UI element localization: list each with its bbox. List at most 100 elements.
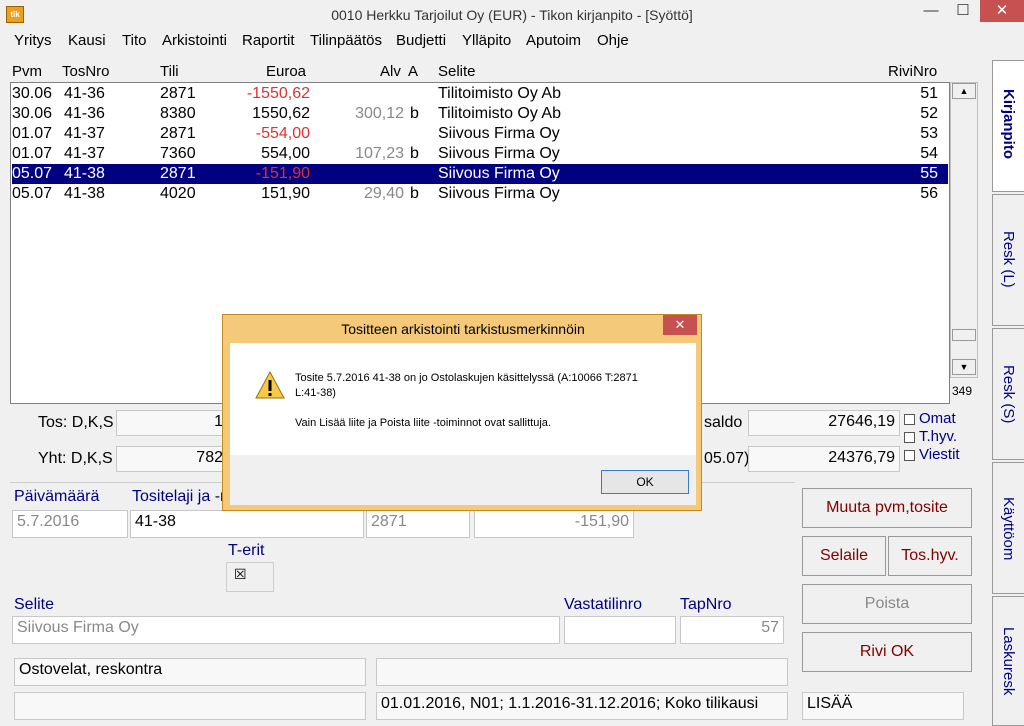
grid-scrollbar[interactable]: ▲ ▼ [950,82,978,378]
menu-yllapito[interactable]: Ylläpito [462,32,511,49]
cell-alv: 29,40 [363,185,404,202]
dialog-message-line1: Tosite 5.7.2016 41-38 on jo Ostolaskujen… [295,372,638,384]
tab-kirjanpito-label: Kirjanpito [1000,89,1017,159]
cell-euroa: 151,90 [261,185,310,202]
cell-rivinro: 56 [920,185,938,202]
thyv-label: T.hyv. [919,428,958,445]
menu-raportit[interactable]: Raportit [242,32,295,49]
menu-budjetti[interactable]: Budjetti [396,32,446,49]
menu-aputoim[interactable]: Aputoim [526,32,581,49]
summa-input[interactable]: -151,90 [474,510,634,538]
thyv-checkbox[interactable] [904,432,915,443]
yht-value: 782 [116,446,228,472]
cell-euroa: -554,00 [255,125,310,142]
col-pvm[interactable]: Pvm [12,63,42,80]
dialog-ok-button[interactable]: OK [601,470,689,494]
table-row[interactable]: 30.06 41-36 8380 1550,62 300,12 b Tilito… [12,104,948,124]
col-euroa[interactable]: Euroa [266,63,306,80]
warning-icon [255,370,285,399]
cell-tosnro: 41-37 [64,125,105,142]
selaile-button[interactable]: Selaile [802,536,886,576]
table-row-selected[interactable]: 05.07 41-38 2871 -151,90 Siivous Firma O… [12,164,948,184]
table-row[interactable]: 01.07 41-37 7360 554,00 107,23 b Siivous… [12,144,948,164]
tili-input[interactable]: 2871 [366,510,470,538]
selite-label: Selite [14,596,55,613]
muuta-button[interactable]: Muuta pvm,tosite [802,488,972,528]
saldo-label: saldo [704,414,743,431]
col-alv[interactable]: Alv [380,63,401,80]
col-rivinro[interactable]: RiviNro [888,63,937,80]
terit-checkbox[interactable]: ☒ [234,566,247,583]
table-row[interactable]: 01.07 41-37 2871 -554,00 Siivous Firma O… [12,124,948,144]
cell-euroa: 554,00 [261,145,310,162]
cell-selite: Siivous Firma Oy [438,185,560,202]
mode-indicator: LISÄÄ [802,692,964,720]
period-info: 01.01.2016, N01; 1.1.2016-31.12.2016; Ko… [376,692,788,720]
cell-a: b [410,185,419,202]
cell-alv: 107,23 [355,145,404,162]
cell-tosnro: 41-38 [64,165,105,182]
cell-euroa: -1550,62 [246,85,310,102]
cell-pvm: 30.06 [12,105,53,122]
selite-input[interactable]: Siivous Firma Oy [12,616,560,644]
cell-tosnro: 41-36 [64,105,105,122]
scroll-up-icon[interactable]: ▲ [952,83,976,99]
dialog-close-button[interactable]: ✕ [663,315,697,335]
tositelaji-input[interactable]: 41-38 [130,510,364,538]
paivamaara-label: Päivämäärä [14,488,100,505]
tab-kayttoom-label: Käyttöom [1000,497,1017,561]
menu-yritys[interactable]: Yritys [14,32,52,49]
tab-resk-l[interactable]: Resk (L) [992,194,1024,326]
tab-laskuresk[interactable]: Laskuresk [992,596,1024,726]
col-selite[interactable]: Selite [438,63,476,80]
tab-resk-s[interactable]: Resk (S) [992,328,1024,460]
cell-selite: Siivous Firma Oy [438,165,560,182]
menu-kausi[interactable]: Kausi [68,32,106,49]
cell-pvm: 01.07 [12,145,53,162]
dialog-title: Tositteen arkistointi tarkistusmerkinnöi… [341,321,585,337]
menu-ohje[interactable]: Ohje [597,32,629,49]
tab-kayttoom[interactable]: Käyttöom [992,462,1024,594]
menu-tilinpaatos[interactable]: Tilinpäätös [310,32,382,49]
col-tosnro[interactable]: TosNro [62,63,110,80]
vastatili-input[interactable] [564,616,676,644]
cell-tili: 7360 [160,145,196,162]
tab-resk-s-label: Resk (S) [1000,365,1017,424]
scroll-thumb[interactable] [952,329,976,341]
menu-tito[interactable]: Tito [122,32,146,49]
warning-dialog: Tositteen arkistointi tarkistusmerkinnöi… [222,314,702,511]
poista-button[interactable]: Poista [802,584,972,624]
cell-tili: 2871 [160,85,196,102]
cell-tosnro: 41-38 [64,185,105,202]
scroll-down-icon[interactable]: ▼ [952,359,976,375]
cell-selite: Siivous Firma Oy [438,125,560,142]
cell-rivinro: 55 [920,165,938,182]
viestit-checkbox[interactable] [904,450,915,461]
cell-rivinro: 54 [920,145,938,162]
dialog-message-line3: Vain Lisää liite ja Poista liite -toimin… [295,417,551,429]
riviok-button[interactable]: Rivi OK [802,632,972,672]
omat-checkbox[interactable] [904,414,915,425]
table-row[interactable]: 30.06 41-36 2871 -1550,62 Tilitoimisto O… [12,84,948,104]
paivamaara-input[interactable]: 5.7.2016 [12,510,128,538]
tab-laskuresk-label: Laskuresk [1000,627,1017,696]
cell-rivinro: 53 [920,125,938,142]
vastatili-label: Vastatilinro [564,596,642,613]
cell-alv: 300,12 [355,105,404,122]
table-row[interactable]: 05.07 41-38 4020 151,90 29,40 b Siivous … [12,184,948,204]
toshyv-button[interactable]: Tos.hyv. [888,536,972,576]
maximize-button[interactable]: ☐ [946,0,980,22]
col-a[interactable]: A [408,63,418,80]
menu-arkistointi[interactable]: Arkistointi [162,32,227,49]
cell-pvm: 30.06 [12,85,53,102]
account-name: Ostovelat, reskontra [14,658,366,686]
close-button[interactable]: ✕ [980,0,1024,22]
minimize-button[interactable]: — [914,0,948,22]
tab-kirjanpito[interactable]: Kirjanpito [992,60,1024,192]
row-count: 349 [952,384,973,398]
cell-selite: Tilitoimisto Oy Ab [438,85,561,102]
tapnro-input[interactable]: 57 [680,616,784,644]
cell-rivinro: 51 [920,85,938,102]
tositelaji-label: Tositelaji ja -n [132,488,229,505]
col-tili[interactable]: Tili [160,63,179,80]
